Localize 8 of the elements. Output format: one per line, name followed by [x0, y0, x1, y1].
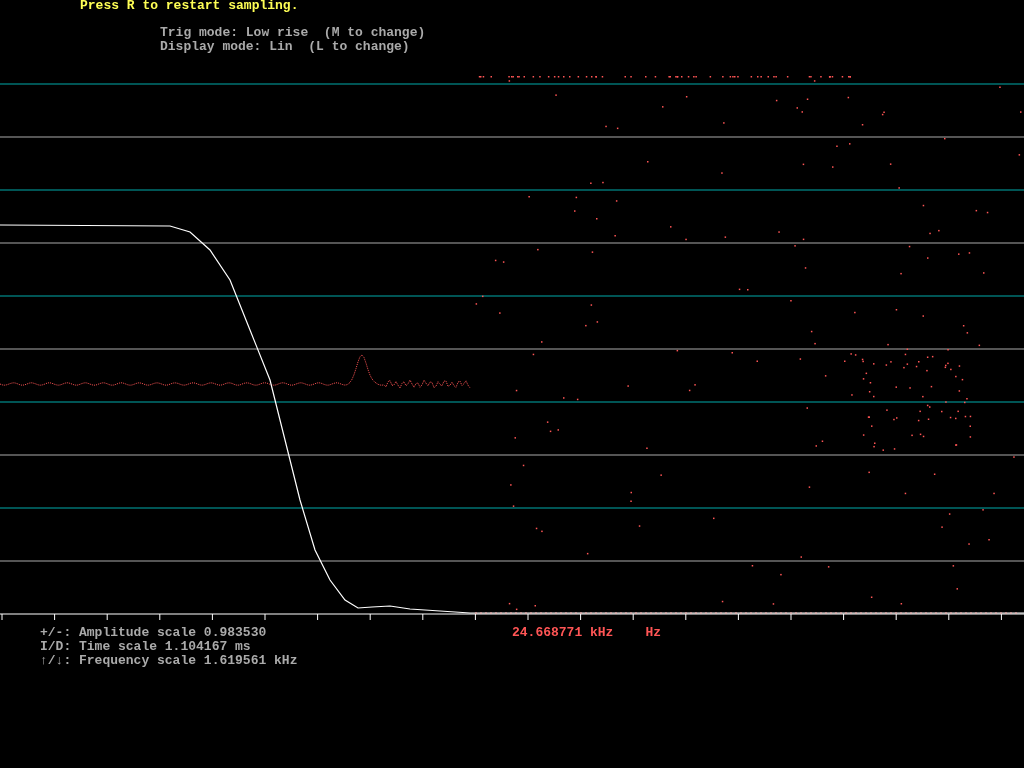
scale-readout: I/D: Time scale 1.104167 ms [40, 640, 251, 654]
scale-readout: ↑/↓: Frequency scale 1.619561 kHz [40, 654, 298, 668]
frequency-readout: 24.668771 kHz [512, 626, 614, 640]
scale-readout: +/-: Amplitude scale 0.983530 [40, 626, 267, 640]
display-mode-text: Display mode: Lin (L to change) [160, 40, 410, 54]
restart-prompt: Press R to restart sampling. [80, 0, 299, 11]
unit-label: Hz [645, 626, 662, 640]
trig-mode-text: Trig mode: Low rise (M to change) [160, 26, 426, 40]
